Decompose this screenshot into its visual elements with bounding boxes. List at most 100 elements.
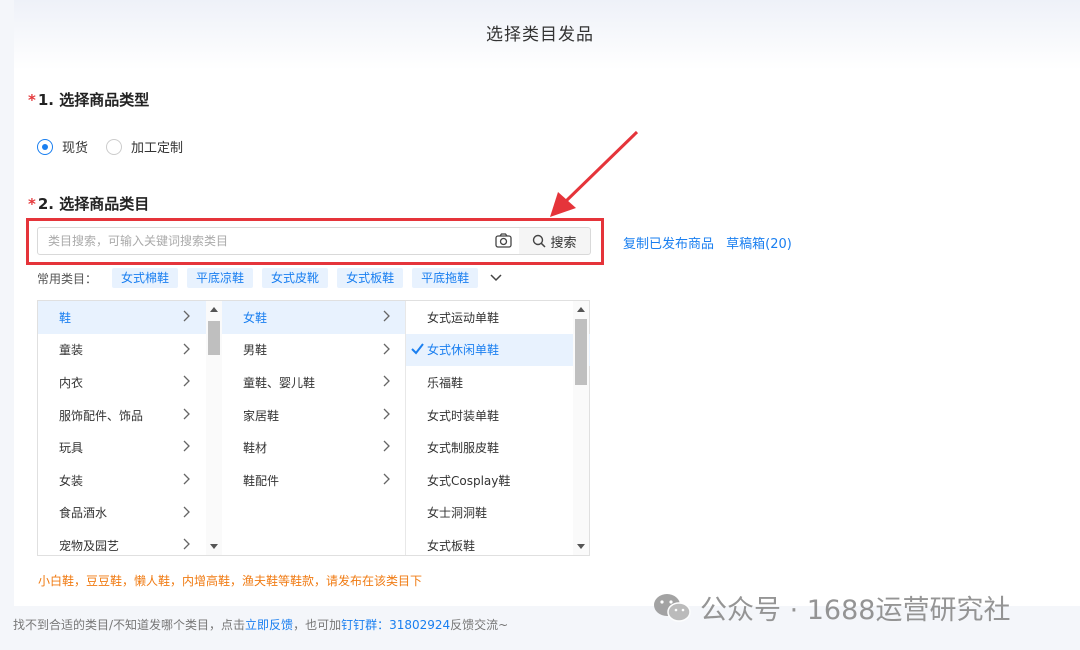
common-category-tag[interactable]: 女式板鞋 xyxy=(337,268,404,288)
category-level1-item[interactable]: 服饰配件、饰品 xyxy=(38,399,221,432)
section-product-type-title: * 1. 选择商品类型 xyxy=(28,89,149,110)
scroll-down-icon[interactable] xyxy=(577,544,585,549)
chevron-right-icon xyxy=(383,343,393,355)
category-level1-item[interactable]: 童装 xyxy=(38,334,221,367)
category-label: 女式制服皮鞋 xyxy=(427,441,500,456)
common-category-tag[interactable]: 女式棉鞋 xyxy=(112,268,179,288)
category-level1-item[interactable]: 女装 xyxy=(38,464,221,497)
category-level3-item[interactable]: 女式制服皮鞋 xyxy=(406,431,590,464)
category-level3-item[interactable]: 乐福鞋 xyxy=(406,366,590,399)
radio-label: 现货 xyxy=(62,141,89,156)
chevron-right-icon xyxy=(183,408,193,420)
common-categories-label: 常用类目： xyxy=(37,271,98,286)
common-category-tag[interactable]: 女式皮靴 xyxy=(262,268,329,288)
chevron-right-icon xyxy=(183,440,193,452)
chevron-right-icon xyxy=(383,440,393,452)
dingtalk-group-number[interactable]: 31802924 xyxy=(389,618,450,632)
category-label: 内衣 xyxy=(59,375,84,390)
category-level3-item[interactable]: 女式运动单鞋 xyxy=(406,301,590,334)
category-level1-item[interactable]: 鞋 xyxy=(38,301,221,334)
category-label: 玩具 xyxy=(59,441,84,456)
category-label: 童鞋、婴儿鞋 xyxy=(243,375,316,390)
category-label: 女式运动单鞋 xyxy=(427,310,500,325)
category-level3-item[interactable]: 女式Cosplay鞋 xyxy=(406,464,590,497)
action-links: 复制已发布商品 草稿箱(20) xyxy=(623,233,800,252)
footer-text-part: 找不到合适的类目/不知道发哪个类目，点击 xyxy=(13,618,246,632)
level3-scrollbar[interactable] xyxy=(573,301,589,555)
common-category-tag[interactable]: 平底凉鞋 xyxy=(187,268,254,288)
watermark-text: 公众号 · 1688运营研究社 xyxy=(700,595,1011,626)
radio-custom-processing[interactable]: 加工定制 xyxy=(106,137,183,156)
category-label: 男鞋 xyxy=(243,343,268,358)
common-category-tag[interactable]: 平底拖鞋 xyxy=(412,268,479,288)
product-type-radio-group: 现货 加工定制 xyxy=(37,137,201,156)
chevron-right-icon xyxy=(183,310,193,322)
drafts-link[interactable]: 草稿箱(20) xyxy=(726,237,792,252)
section-title-text: 1. 选择商品类型 xyxy=(37,91,150,109)
left-gutter xyxy=(0,0,14,650)
chevron-right-icon xyxy=(383,408,393,420)
chevron-right-icon xyxy=(183,506,193,518)
category-level2-item[interactable]: 童鞋、婴儿鞋 xyxy=(222,366,405,399)
page-title: 选择类目发品 xyxy=(486,25,594,45)
chevron-right-icon xyxy=(383,310,393,322)
category-level2-item[interactable]: 鞋配件 xyxy=(222,464,405,497)
scroll-down-icon[interactable] xyxy=(210,544,218,549)
category-level1-item[interactable]: 内衣 xyxy=(38,366,221,399)
category-label: 服饰配件、饰品 xyxy=(59,408,144,423)
chevron-right-icon xyxy=(183,375,193,387)
section-title-text: 2. 选择商品类目 xyxy=(37,195,150,213)
category-label: 乐福鞋 xyxy=(427,375,464,390)
feedback-link[interactable]: 立即反馈 xyxy=(245,618,293,632)
chevron-right-icon xyxy=(383,473,393,485)
annotation-arrow-icon xyxy=(550,130,639,217)
category-level1-column: 鞋童装内衣服饰配件、饰品 玩具女装食品酒水宠物及园艺 xyxy=(38,301,222,555)
scroll-thumb[interactable] xyxy=(208,321,220,355)
search-highlight-box xyxy=(26,218,604,265)
category-label: 食品酒水 xyxy=(59,506,108,521)
category-label: 女士洞洞鞋 xyxy=(427,506,488,521)
chevron-down-icon[interactable] xyxy=(490,271,502,285)
scroll-up-icon[interactable] xyxy=(577,307,585,312)
category-label: 家居鞋 xyxy=(243,408,280,423)
footer-text-part: 反馈交流~ xyxy=(450,618,509,632)
radio-in-stock[interactable]: 现货 xyxy=(37,137,88,156)
category-level3-item[interactable]: 女式板鞋 xyxy=(406,529,590,555)
scroll-up-icon[interactable] xyxy=(210,307,218,312)
scroll-thumb[interactable] xyxy=(575,319,587,385)
category-label: 女鞋 xyxy=(243,310,268,325)
footer-text: 找不到合适的类目/不知道发哪个类目，点击立即反馈，也可加钉钉群：31802924… xyxy=(13,616,508,633)
category-level2-item[interactable]: 男鞋 xyxy=(222,334,405,367)
radio-checked-icon xyxy=(37,138,53,155)
category-label: 鞋 xyxy=(59,310,72,325)
checkmark-icon xyxy=(411,342,424,358)
required-mark: * xyxy=(28,195,36,213)
level1-scrollbar[interactable] xyxy=(206,301,222,555)
category-level1-item[interactable]: 玩具 xyxy=(38,431,221,464)
copy-published-link[interactable]: 复制已发布商品 xyxy=(623,237,714,252)
category-level1-item[interactable]: 食品酒水 xyxy=(38,497,221,530)
category-hint: 小白鞋，豆豆鞋，懒人鞋，内增高鞋，渔夫鞋等鞋款，请发布在该类目下 xyxy=(38,574,423,588)
chevron-right-icon xyxy=(183,538,193,550)
footer-text-part: ，也可加 xyxy=(293,618,342,632)
category-level3-item[interactable]: 女式休闲单鞋 xyxy=(406,333,590,367)
section-category-title: * 2. 选择商品类目 xyxy=(28,193,149,214)
chevron-right-icon xyxy=(383,375,393,387)
radio-label: 加工定制 xyxy=(131,141,184,156)
category-level2-item[interactable]: 家居鞋 xyxy=(222,399,405,432)
category-label: 童装 xyxy=(59,343,84,358)
category-label: 鞋材 xyxy=(243,441,268,456)
chevron-right-icon xyxy=(183,473,193,485)
category-level3-item[interactable]: 女士洞洞鞋 xyxy=(406,497,590,530)
category-cascader: 鞋童装 内衣 服饰配件、饰品 玩具 女装 食品酒水 宠物及园艺 女鞋 男鞋 童鞋、婴儿鞋 家居鞋鞋… xyxy=(37,300,590,556)
category-label: 宠物及园艺 xyxy=(59,538,120,553)
dingtalk-label[interactable]: 钉钉群： xyxy=(341,618,389,632)
category-level3-item[interactable]: 女式时装单鞋 xyxy=(406,399,590,432)
category-label: 女装 xyxy=(59,473,84,488)
category-label: 女式时装单鞋 xyxy=(427,408,500,423)
category-level2-item[interactable]: 女鞋 xyxy=(222,301,405,334)
category-level2-item[interactable]: 鞋材 xyxy=(222,431,405,464)
category-level2-column: 女鞋男鞋童鞋、婴儿鞋 家居鞋鞋材鞋配件 xyxy=(222,301,406,555)
common-categories: 常用类目： 女式棉鞋 平底凉鞋 女式皮靴 女式板鞋 平底拖鞋 xyxy=(37,268,502,288)
category-level1-item[interactable]: 宠物及园艺 xyxy=(38,529,221,555)
